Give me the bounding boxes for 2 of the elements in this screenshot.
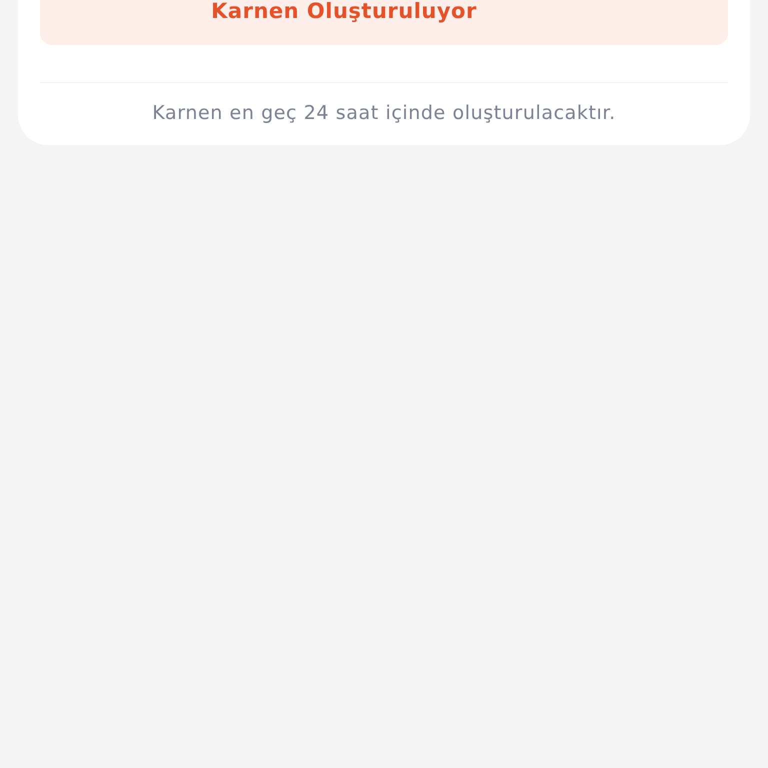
info-note: Karnen en geç 24 saat içinde oluşturulacaktır. bbox=[151, 101, 617, 125]
status-text: Karnen Oluşturuluyor bbox=[211, 0, 477, 25]
